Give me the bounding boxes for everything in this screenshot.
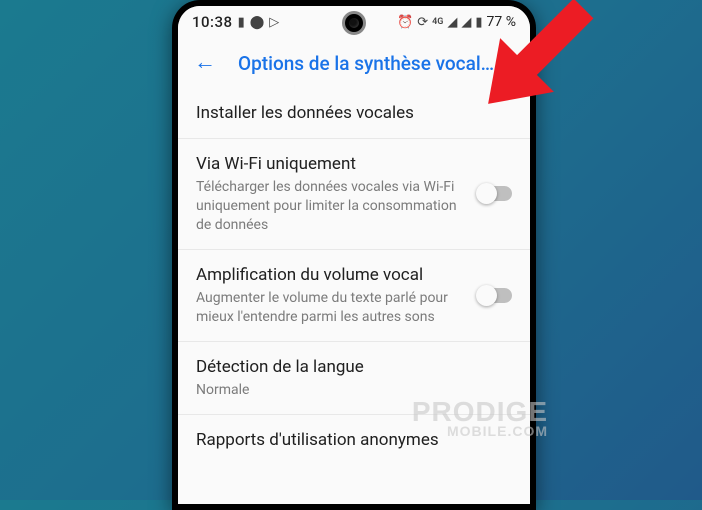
row-wifi-only[interactable]: Via Wi-Fi uniquement Télécharger les don… — [178, 139, 530, 250]
battery-icon: ▮ — [475, 15, 482, 30]
row-install-voice-data[interactable]: Installer les données vocales — [178, 88, 530, 139]
wifi-only-toggle[interactable] — [478, 186, 512, 201]
phone-frame: 10:38 ▮ ⬤ ▷ ⏰ ⟳ 4G ◢ ◢ ▮ 77 % ← Options … — [172, 0, 536, 510]
play-icon: ▷ — [269, 15, 279, 30]
app-bar: ← Options de la synthèse vocal… Go… — [178, 38, 530, 88]
row-subtitle: Télécharger les données vocales via Wi-F… — [196, 178, 466, 235]
signal-icon-2: ◢ — [461, 15, 471, 30]
settings-list: Installer les données vocales Via Wi-Fi … — [178, 88, 530, 504]
status-bar: 10:38 ▮ ⬤ ▷ ⏰ ⟳ 4G ◢ ◢ ▮ 77 % — [178, 6, 530, 38]
clock: 10:38 — [192, 13, 233, 31]
tag-icon: ⬤ — [250, 15, 265, 30]
row-subtitle: Augmenter le volume du texte parlé pour … — [196, 289, 466, 327]
row-volume-amplification[interactable]: Amplification du volume vocal Augmenter … — [178, 250, 530, 342]
sd-card-icon: ▮ — [238, 15, 245, 30]
row-title: Rapports d'utilisation anonymes — [196, 429, 512, 451]
row-anonymous-reports[interactable]: Rapports d'utilisation anonymes — [178, 415, 530, 465]
row-title: Détection de la langue — [196, 356, 512, 378]
row-subtitle: Normale — [196, 381, 512, 400]
row-language-detection[interactable]: Détection de la langue Normale — [178, 342, 530, 415]
page-title: Options de la synthèse vocal… Go… — [238, 52, 530, 75]
alarm-icon: ⏰ — [397, 15, 413, 30]
amplification-toggle[interactable] — [478, 288, 512, 303]
battery-percent: 77 % — [487, 14, 516, 30]
screen: 10:38 ▮ ⬤ ▷ ⏰ ⟳ 4G ◢ ◢ ▮ 77 % ← Options … — [178, 6, 530, 504]
back-button[interactable]: ← — [188, 48, 222, 78]
sync-icon: ⟳ — [417, 15, 428, 30]
mobile-data-icon: 4G — [432, 17, 443, 27]
signal-icon: ◢ — [447, 15, 457, 30]
row-title: Installer les données vocales — [196, 102, 512, 124]
row-title: Amplification du volume vocal — [196, 264, 466, 286]
camera-notch — [342, 11, 366, 35]
row-title: Via Wi-Fi uniquement — [196, 153, 466, 175]
